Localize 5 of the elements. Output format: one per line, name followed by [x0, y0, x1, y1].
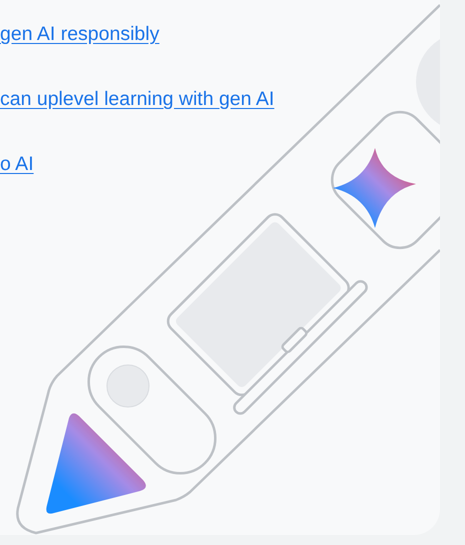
sparkle-icon [333, 148, 416, 228]
article-link[interactable]: o AI [0, 152, 34, 177]
article-link[interactable]: can uplevel learning with gen AI [0, 87, 274, 112]
triangle-icon [46, 413, 146, 514]
article-link[interactable]: gen AI responsibly [0, 22, 160, 47]
